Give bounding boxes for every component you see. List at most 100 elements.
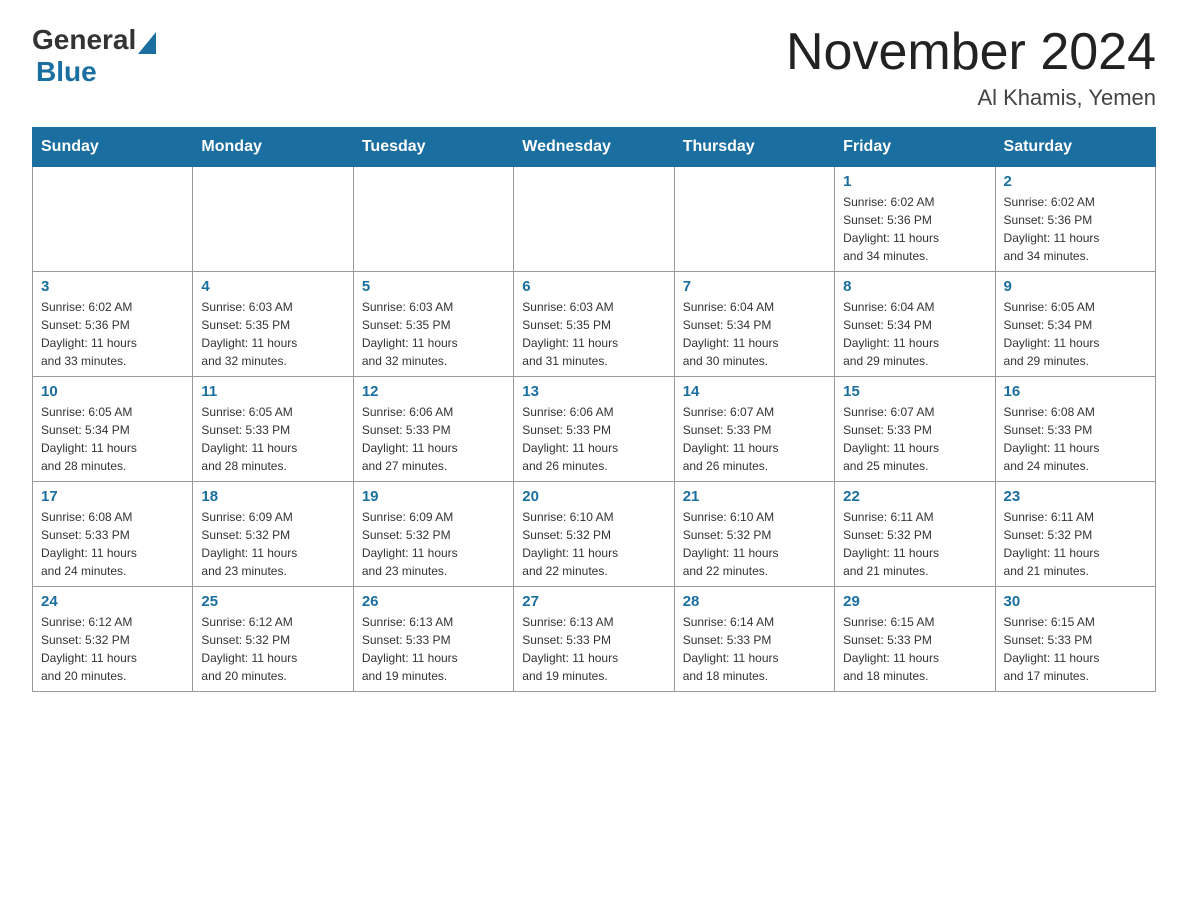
day-number: 13: [522, 383, 665, 400]
day-number: 6: [522, 278, 665, 295]
calendar-week-row: 3 Sunrise: 6:02 AMSunset: 5:36 PMDaylight…: [33, 272, 1156, 377]
logo-triangle-icon: [138, 28, 156, 54]
day-number: 15: [843, 383, 986, 400]
day-sun-info: Sunrise: 6:13 AMSunset: 5:33 PMDaylight:…: [362, 613, 505, 685]
day-sun-info: Sunrise: 6:02 AMSunset: 5:36 PMDaylight:…: [41, 298, 184, 370]
day-number: 26: [362, 593, 505, 610]
month-title: November 2024: [786, 24, 1156, 81]
day-number: 1: [843, 173, 986, 190]
day-number: 28: [683, 593, 826, 610]
day-sun-info: Sunrise: 6:07 AMSunset: 5:33 PMDaylight:…: [843, 403, 986, 475]
day-number: 4: [201, 278, 344, 295]
day-sun-info: Sunrise: 6:09 AMSunset: 5:32 PMDaylight:…: [362, 508, 505, 580]
day-sun-info: Sunrise: 6:08 AMSunset: 5:33 PMDaylight:…: [41, 508, 184, 580]
calendar-day-cell: 22Sunrise: 6:11 AMSunset: 5:32 PMDayligh…: [835, 482, 995, 587]
day-sun-info: Sunrise: 6:02 AMSunset: 5:36 PMDaylight:…: [1004, 193, 1147, 265]
calendar-day-cell: 6 Sunrise: 6:03 AMSunset: 5:35 PMDaylight…: [514, 272, 674, 377]
calendar-day-cell: 13 Sunrise: 6:06 AMSunset: 5:33 PMDayligh…: [514, 377, 674, 482]
calendar-table: SundayMondayTuesdayWednesdayThursdayFrid…: [32, 127, 1156, 692]
day-number: 12: [362, 383, 505, 400]
day-number: 3: [41, 278, 184, 295]
day-number: 10: [41, 383, 184, 400]
weekday-header-sunday: Sunday: [33, 128, 193, 167]
day-sun-info: Sunrise: 6:05 AMSunset: 5:33 PMDaylight:…: [201, 403, 344, 475]
day-number: 22: [843, 488, 986, 505]
day-sun-info: Sunrise: 6:12 AMSunset: 5:32 PMDaylight:…: [41, 613, 184, 685]
calendar-day-cell: 4Sunrise: 6:03 AMSunset: 5:35 PMDaylight…: [193, 272, 353, 377]
calendar-day-cell: 21 Sunrise: 6:10 AMSunset: 5:32 PMDayligh…: [674, 482, 834, 587]
calendar-day-cell: 27 Sunrise: 6:13 AMSunset: 5:33 PMDayligh…: [514, 587, 674, 692]
day-sun-info: Sunrise: 6:05 AMSunset: 5:34 PMDaylight:…: [1004, 298, 1147, 370]
day-number: 29: [843, 593, 986, 610]
calendar-week-row: 17 Sunrise: 6:08 AMSunset: 5:33 PMDayligh…: [33, 482, 1156, 587]
day-number: 5: [362, 278, 505, 295]
day-number: 2: [1004, 173, 1147, 190]
day-sun-info: Sunrise: 6:04 AMSunset: 5:34 PMDaylight:…: [683, 298, 826, 370]
day-number: 7: [683, 278, 826, 295]
day-sun-info: Sunrise: 6:11 AMSunset: 5:32 PMDaylight:…: [1004, 508, 1147, 580]
day-sun-info: Sunrise: 6:06 AMSunset: 5:33 PMDaylight:…: [522, 403, 665, 475]
calendar-empty-cell: [674, 167, 834, 272]
day-sun-info: Sunrise: 6:14 AMSunset: 5:33 PMDaylight:…: [683, 613, 826, 685]
calendar-empty-cell: [193, 167, 353, 272]
calendar-week-row: 24Sunrise: 6:12 AMSunset: 5:32 PMDayligh…: [33, 587, 1156, 692]
day-number: 25: [201, 593, 344, 610]
day-number: 16: [1004, 383, 1147, 400]
day-number: 19: [362, 488, 505, 505]
day-sun-info: Sunrise: 6:13 AMSunset: 5:33 PMDaylight:…: [522, 613, 665, 685]
calendar-day-cell: 8Sunrise: 6:04 AMSunset: 5:34 PMDaylight…: [835, 272, 995, 377]
calendar-day-cell: 5 Sunrise: 6:03 AMSunset: 5:35 PMDaylight…: [353, 272, 513, 377]
calendar-empty-cell: [353, 167, 513, 272]
calendar-week-row: 10 Sunrise: 6:05 AMSunset: 5:34 PMDayligh…: [33, 377, 1156, 482]
day-sun-info: Sunrise: 6:03 AMSunset: 5:35 PMDaylight:…: [522, 298, 665, 370]
day-number: 30: [1004, 593, 1147, 610]
calendar-day-cell: 17 Sunrise: 6:08 AMSunset: 5:33 PMDayligh…: [33, 482, 193, 587]
day-number: 11: [201, 383, 344, 400]
calendar-day-cell: 11 Sunrise: 6:05 AMSunset: 5:33 PMDayligh…: [193, 377, 353, 482]
title-section: November 2024 Al Khamis, Yemen: [786, 24, 1156, 111]
calendar-day-cell: 23 Sunrise: 6:11 AMSunset: 5:32 PMDayligh…: [995, 482, 1155, 587]
day-sun-info: Sunrise: 6:15 AMSunset: 5:33 PMDaylight:…: [843, 613, 986, 685]
day-sun-info: Sunrise: 6:05 AMSunset: 5:34 PMDaylight:…: [41, 403, 184, 475]
calendar-day-cell: 26 Sunrise: 6:13 AMSunset: 5:33 PMDayligh…: [353, 587, 513, 692]
day-number: 17: [41, 488, 184, 505]
day-number: 18: [201, 488, 344, 505]
day-number: 20: [522, 488, 665, 505]
calendar-day-cell: 28 Sunrise: 6:14 AMSunset: 5:33 PMDayligh…: [674, 587, 834, 692]
logo-general-text: General: [32, 24, 136, 56]
day-sun-info: Sunrise: 6:10 AMSunset: 5:32 PMDaylight:…: [522, 508, 665, 580]
calendar-day-cell: 25 Sunrise: 6:12 AMSunset: 5:32 PMDayligh…: [193, 587, 353, 692]
calendar-day-cell: 7 Sunrise: 6:04 AMSunset: 5:34 PMDaylight…: [674, 272, 834, 377]
calendar-day-cell: 1Sunrise: 6:02 AMSunset: 5:36 PMDaylight…: [835, 167, 995, 272]
day-sun-info: Sunrise: 6:15 AMSunset: 5:33 PMDaylight:…: [1004, 613, 1147, 685]
day-sun-info: Sunrise: 6:10 AMSunset: 5:32 PMDaylight:…: [683, 508, 826, 580]
weekday-header-thursday: Thursday: [674, 128, 834, 167]
logo: General Blue: [32, 24, 156, 88]
day-number: 23: [1004, 488, 1147, 505]
calendar-day-cell: 30 Sunrise: 6:15 AMSunset: 5:33 PMDayligh…: [995, 587, 1155, 692]
calendar-day-cell: 15 Sunrise: 6:07 AMSunset: 5:33 PMDayligh…: [835, 377, 995, 482]
day-number: 14: [683, 383, 826, 400]
day-sun-info: Sunrise: 6:12 AMSunset: 5:32 PMDaylight:…: [201, 613, 344, 685]
day-sun-info: Sunrise: 6:06 AMSunset: 5:33 PMDaylight:…: [362, 403, 505, 475]
location-title: Al Khamis, Yemen: [786, 85, 1156, 111]
day-number: 21: [683, 488, 826, 505]
weekday-header-friday: Friday: [835, 128, 995, 167]
calendar-day-cell: 29 Sunrise: 6:15 AMSunset: 5:33 PMDayligh…: [835, 587, 995, 692]
calendar-day-cell: 18Sunrise: 6:09 AMSunset: 5:32 PMDayligh…: [193, 482, 353, 587]
weekday-header-row: SundayMondayTuesdayWednesdayThursdayFrid…: [33, 128, 1156, 167]
calendar-day-cell: 3 Sunrise: 6:02 AMSunset: 5:36 PMDaylight…: [33, 272, 193, 377]
day-sun-info: Sunrise: 6:03 AMSunset: 5:35 PMDaylight:…: [362, 298, 505, 370]
day-number: 27: [522, 593, 665, 610]
day-sun-info: Sunrise: 6:04 AMSunset: 5:34 PMDaylight:…: [843, 298, 986, 370]
calendar-day-cell: 20 Sunrise: 6:10 AMSunset: 5:32 PMDayligh…: [514, 482, 674, 587]
calendar-day-cell: 9 Sunrise: 6:05 AMSunset: 5:34 PMDaylight…: [995, 272, 1155, 377]
day-number: 9: [1004, 278, 1147, 295]
calendar-day-cell: 16Sunrise: 6:08 AMSunset: 5:33 PMDayligh…: [995, 377, 1155, 482]
calendar-day-cell: 14Sunrise: 6:07 AMSunset: 5:33 PMDayligh…: [674, 377, 834, 482]
calendar-day-cell: 19 Sunrise: 6:09 AMSunset: 5:32 PMDayligh…: [353, 482, 513, 587]
calendar-day-cell: 24Sunrise: 6:12 AMSunset: 5:32 PMDayligh…: [33, 587, 193, 692]
calendar-day-cell: 10 Sunrise: 6:05 AMSunset: 5:34 PMDayligh…: [33, 377, 193, 482]
calendar-day-cell: 2 Sunrise: 6:02 AMSunset: 5:36 PMDaylight…: [995, 167, 1155, 272]
calendar-day-cell: 12 Sunrise: 6:06 AMSunset: 5:33 PMDayligh…: [353, 377, 513, 482]
